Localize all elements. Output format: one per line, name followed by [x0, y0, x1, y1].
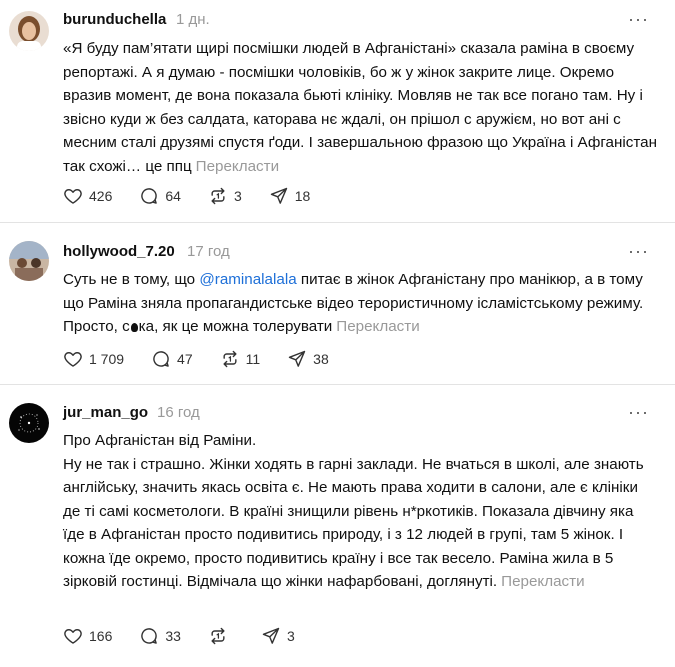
- share-button[interactable]: 3: [261, 626, 295, 646]
- comment-button[interactable]: 64: [139, 186, 181, 206]
- post-time[interactable]: 16 год: [157, 404, 200, 421]
- like-button[interactable]: 1 709: [63, 349, 124, 369]
- share-button[interactable]: 18: [269, 186, 311, 206]
- post-text: «Я буду пам’ятати щирі посмішки людей в …: [63, 40, 657, 175]
- post-time[interactable]: 17 год: [187, 243, 230, 260]
- translate-link[interactable]: Перекласти: [196, 158, 279, 175]
- share-icon: [269, 186, 289, 206]
- translate-link[interactable]: Перекласти: [501, 573, 584, 590]
- share-button[interactable]: 38: [287, 349, 329, 369]
- censor-mark: [130, 323, 138, 332]
- comment-count: 64: [165, 188, 181, 204]
- comment-icon: [139, 626, 159, 646]
- post-actions: 1 709 47 11 38: [63, 349, 356, 369]
- repost-button[interactable]: 3: [208, 186, 242, 206]
- post-text: Про Афганістан від Раміни. Ну не так і с…: [63, 432, 644, 590]
- username[interactable]: burunduchella: [63, 11, 166, 28]
- heart-icon: [63, 186, 83, 206]
- share-icon: [287, 349, 307, 369]
- share-icon: [261, 626, 281, 646]
- heart-icon: [63, 349, 83, 369]
- repost-button[interactable]: [208, 626, 234, 646]
- repost-icon: [208, 626, 228, 646]
- repost-count: 11: [245, 351, 261, 367]
- post-actions: 166 33 3: [63, 626, 322, 646]
- comment-icon: [139, 186, 159, 206]
- like-count: 166: [89, 628, 113, 644]
- like-button[interactable]: 166: [63, 626, 112, 646]
- mention-link[interactable]: @raminalalala: [199, 271, 296, 288]
- comment-button[interactable]: 33: [139, 626, 181, 646]
- post: hollywood_7.20 17 год ··· Суть не в тому…: [0, 222, 675, 384]
- post-time[interactable]: 1 дн.: [176, 11, 210, 28]
- repost-icon: [220, 349, 240, 369]
- translate-link[interactable]: Перекласти: [336, 318, 419, 335]
- post-text: Суть не в тому, що @raminalalala питає в…: [63, 271, 644, 335]
- comment-count: 47: [177, 351, 193, 367]
- avatar[interactable]: [9, 11, 49, 51]
- comment-button[interactable]: 47: [151, 349, 193, 369]
- like-button[interactable]: 426: [63, 186, 112, 206]
- comment-icon: [151, 349, 171, 369]
- avatar[interactable]: [9, 241, 49, 281]
- repost-count: 3: [233, 188, 242, 204]
- share-count: 18: [294, 188, 311, 204]
- username[interactable]: hollywood_7.20: [63, 243, 175, 260]
- avatar[interactable]: [9, 403, 49, 443]
- like-count: 426: [89, 188, 113, 204]
- share-count: 38: [313, 351, 329, 367]
- heart-icon: [63, 626, 83, 646]
- post-actions: 426 64 3 18: [63, 186, 337, 206]
- like-count: 1 709: [89, 351, 125, 367]
- share-count: 3: [286, 628, 295, 644]
- more-icon[interactable]: ···: [628, 10, 649, 28]
- post: burunduchella 1 дн. ··· «Я буду пам’ятат…: [0, 0, 675, 222]
- comment-count: 33: [165, 628, 181, 644]
- repost-icon: [208, 186, 228, 206]
- repost-button[interactable]: 11: [220, 349, 261, 369]
- more-icon[interactable]: ···: [628, 403, 649, 421]
- more-icon[interactable]: ···: [628, 242, 649, 260]
- post: jur_man_go 16 год ··· Про Афганістан від…: [0, 384, 675, 667]
- username[interactable]: jur_man_go: [63, 404, 148, 421]
